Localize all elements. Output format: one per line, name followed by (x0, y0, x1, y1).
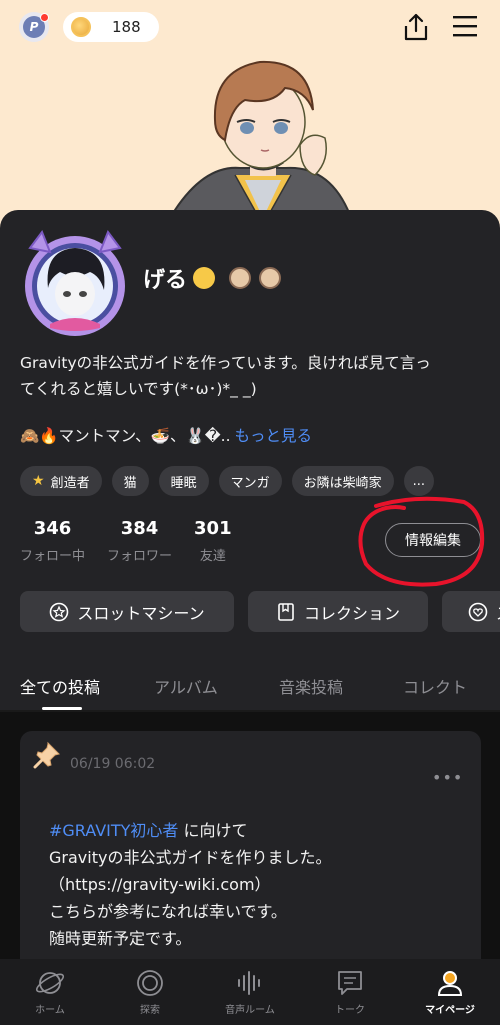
nav-explore[interactable]: 探索 (100, 959, 200, 1025)
heart-circle-icon (468, 602, 488, 621)
third-action-button[interactable]: ス (442, 591, 500, 632)
coin-icon (71, 17, 91, 37)
tab-music-posts[interactable]: 音楽投稿 (279, 674, 343, 698)
emoji-icon (193, 267, 216, 289)
nav-label: 音声ルーム (225, 1005, 275, 1016)
action-buttons: スロットマシーン コレクション ス (20, 591, 500, 632)
planet-icon (35, 972, 65, 994)
red-annotation-circle (358, 496, 485, 587)
active-tab-indicator (42, 707, 82, 710)
badge-icon[interactable] (229, 267, 252, 289)
profile-name-row: げる (143, 262, 282, 294)
post-text: こちらが参考になれば幸いです。 (49, 902, 287, 921)
tag-chip[interactable]: マンガ (218, 466, 282, 496)
nav-talk[interactable]: トーク (300, 959, 400, 1025)
nav-label: トーク (335, 1005, 365, 1016)
book-icon (278, 602, 294, 621)
tab-collect[interactable]: コレクト (403, 674, 467, 698)
profile-icon (437, 971, 463, 996)
tagline-text: 🙈🔥マントマン、🍜、🐰�.. (20, 427, 231, 445)
action-label: スロットマシーン (77, 603, 205, 623)
nav-label: ホーム (35, 1005, 65, 1016)
profile-name: げる (143, 268, 188, 293)
stat-value: 346 (33, 518, 72, 539)
nav-home[interactable]: ホーム (0, 959, 100, 1025)
audio-wave-icon (238, 971, 260, 995)
stat-value: 301 (194, 518, 232, 539)
post-text: に向けて (178, 821, 248, 840)
profile-stats: 346 フォロー中 384 フォロワー 301 友達 (20, 518, 254, 564)
nav-label: 探索 (140, 1005, 160, 1016)
avatar[interactable] (20, 228, 130, 338)
bottom-nav: ホーム 探索 音声ルーム トーク マイページ (0, 959, 500, 1025)
star-icon: ★ (32, 473, 45, 489)
bio-line: てくれると嬉しいです(*･ω･)*_ _) (20, 380, 257, 398)
stat-following[interactable]: 346 フォロー中 (20, 518, 85, 564)
collection-button[interactable]: コレクション (248, 591, 428, 632)
tag-chip[interactable]: 猫 (111, 466, 149, 496)
post-text: 随時更新予定です。 (49, 929, 192, 948)
badge-icon[interactable] (259, 267, 282, 289)
post-more-icon[interactable]: ••• (432, 768, 463, 787)
post-text: （https://gravity-wiki.com） (49, 875, 271, 894)
nav-my-page[interactable]: マイページ (400, 959, 500, 1025)
tab-album[interactable]: アルバム (154, 674, 218, 698)
action-label: ス (496, 600, 500, 624)
tag-chip[interactable]: 睡眠 (158, 466, 209, 496)
action-label: コレクション (303, 603, 400, 623)
post-text: Gravityの非公式ガイドを作りました。 (49, 848, 332, 867)
more-link[interactable]: もっと見る (235, 424, 313, 446)
profile-bio: Gravityの非公式ガイドを作っています。良ければ見て言っ てくれると嬉しいで… (20, 350, 490, 402)
stat-friends[interactable]: 301 友達 (194, 518, 232, 564)
tab-all-posts[interactable]: 全ての投稿 (20, 674, 100, 698)
coin-balance[interactable]: 188 (63, 12, 159, 42)
stat-followers[interactable]: 384 フォロワー (107, 518, 172, 564)
share-icon[interactable] (402, 12, 430, 42)
slot-machine-button[interactable]: スロットマシーン (20, 591, 234, 632)
profile-tabs: 全ての投稿 アルバム 音楽投稿 コレクト (0, 660, 500, 712)
stat-label: 友達 (199, 549, 226, 564)
star-circle-icon (50, 602, 69, 621)
stat-label: フォロワー (107, 549, 173, 564)
explore-icon (137, 970, 163, 996)
stat-label: フォロー中 (20, 549, 86, 564)
bio-line: Gravityの非公式ガイドを作っています。良ければ見て言っ (20, 354, 431, 372)
post-date: 06/19 06:02 (70, 756, 156, 772)
tag-chip[interactable]: ★ 創造者 (20, 466, 102, 496)
p-badge-icon[interactable]: P (19, 12, 49, 42)
chat-icon (338, 971, 362, 995)
stat-value: 384 (120, 518, 159, 539)
profile-tagline: 🙈🔥マントマン、🍜、🐰�.. もっと見る (20, 424, 312, 446)
nav-label: マイページ (425, 1005, 475, 1016)
menu-icon[interactable] (452, 14, 478, 38)
coin-count: 188 (112, 18, 141, 36)
hashtag-link[interactable]: #GRAVITY初心者 (49, 821, 178, 840)
nav-audio-room[interactable]: 音声ルーム (200, 959, 300, 1025)
pin-icon (33, 741, 60, 769)
post-body: #GRAVITY初心者 に向けて Gravityの非公式ガイドを作りました。 （… (49, 817, 331, 952)
